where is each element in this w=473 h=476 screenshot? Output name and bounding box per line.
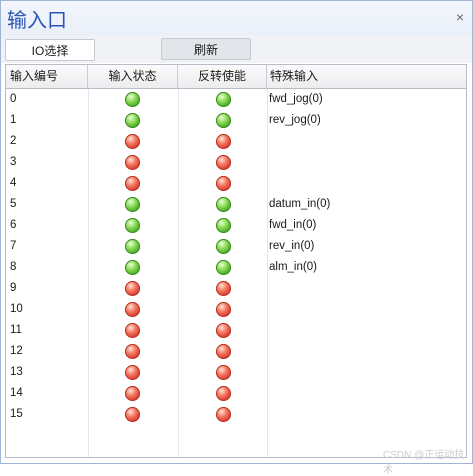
red-led-icon[interactable]: [216, 176, 231, 191]
input-number: 0: [10, 93, 17, 105]
green-led-icon[interactable]: [216, 218, 231, 233]
input-number: 15: [10, 408, 23, 420]
table-row[interactable]: 9: [6, 278, 466, 299]
special-input: rev_in(0): [269, 240, 315, 252]
red-led-icon: [125, 134, 140, 149]
table-row[interactable]: 15: [6, 404, 466, 425]
green-led-icon: [125, 239, 140, 254]
green-led-icon: [125, 92, 140, 107]
input-number: 14: [10, 387, 23, 399]
red-led-icon[interactable]: [216, 281, 231, 296]
close-icon[interactable]: ×: [453, 10, 467, 24]
green-led-icon: [125, 113, 140, 128]
green-led-icon[interactable]: [216, 113, 231, 128]
input-number: 12: [10, 345, 23, 357]
refresh-button[interactable]: 刷新: [161, 38, 251, 60]
toolbar: IO选择 刷新: [1, 35, 472, 63]
red-led-icon[interactable]: [216, 407, 231, 422]
table-row[interactable]: 1 rev_jog(0): [6, 110, 466, 131]
table-row[interactable]: 11: [6, 320, 466, 341]
special-input: alm_in(0): [269, 261, 317, 273]
red-led-icon: [125, 365, 140, 380]
table-row[interactable]: 3: [6, 152, 466, 173]
red-led-icon[interactable]: [216, 323, 231, 338]
green-led-icon: [125, 218, 140, 233]
special-input: rev_jog(0): [269, 114, 321, 126]
table-row[interactable]: 0 fwd_jog(0): [6, 89, 466, 110]
green-led-icon[interactable]: [216, 260, 231, 275]
window-title: 输入口: [7, 8, 67, 32]
input-number: 11: [10, 324, 22, 336]
input-number: 7: [10, 240, 17, 252]
input-number: 1: [10, 114, 17, 126]
special-input: fwd_jog(0): [269, 93, 323, 105]
table-row[interactable]: 12: [6, 341, 466, 362]
input-number: 10: [10, 303, 23, 315]
red-led-icon: [125, 386, 140, 401]
red-led-icon: [125, 407, 140, 422]
green-led-icon[interactable]: [216, 197, 231, 212]
red-led-icon[interactable]: [216, 365, 231, 380]
table-row[interactable]: 7 rev_in(0): [6, 236, 466, 257]
table-row[interactable]: 13: [6, 362, 466, 383]
input-number: 6: [10, 219, 17, 231]
table-header: 输入编号 输入状态 反转使能 特殊输入: [6, 65, 466, 89]
green-led-icon: [125, 260, 140, 275]
green-led-icon: [125, 197, 140, 212]
red-led-icon: [125, 344, 140, 359]
table-row[interactable]: 4: [6, 173, 466, 194]
input-number: 4: [10, 177, 17, 189]
input-number: 9: [10, 282, 17, 294]
input-number: 2: [10, 135, 17, 147]
red-led-icon: [125, 155, 140, 170]
red-led-icon[interactable]: [216, 302, 231, 317]
input-table: 输入编号 输入状态 反转使能 特殊输入 0 fwd_jog(0) 1 rev_jog(…: [5, 64, 467, 458]
green-led-icon[interactable]: [216, 239, 231, 254]
input-number: 3: [10, 156, 17, 168]
title-bar: 输入口 ×: [1, 1, 472, 35]
header-invert-enable[interactable]: 反转使能: [178, 65, 267, 88]
red-led-icon[interactable]: [216, 155, 231, 170]
header-special-input[interactable]: 特殊输入: [267, 65, 466, 88]
header-input-number[interactable]: 输入编号: [6, 65, 88, 88]
table-row[interactable]: 14: [6, 383, 466, 404]
special-input: fwd_in(0): [269, 219, 317, 231]
table-row[interactable]: 2: [6, 131, 466, 152]
red-led-icon: [125, 281, 140, 296]
red-led-icon[interactable]: [216, 134, 231, 149]
io-select-button[interactable]: IO选择: [5, 39, 95, 61]
red-led-icon: [125, 323, 140, 338]
table-row[interactable]: 6 fwd_in(0): [6, 215, 466, 236]
red-led-icon: [125, 176, 140, 191]
table-row[interactable]: 10: [6, 299, 466, 320]
red-led-icon[interactable]: [216, 344, 231, 359]
watermark: CSDN @正运动技术: [383, 450, 465, 476]
table-row[interactable]: 8 alm_in(0): [6, 257, 466, 278]
input-number: 13: [10, 366, 23, 378]
special-input: datum_in(0): [269, 198, 331, 210]
table-row[interactable]: 5 datum_in(0): [6, 194, 466, 215]
input-number: 8: [10, 261, 17, 273]
red-led-icon[interactable]: [216, 386, 231, 401]
green-led-icon[interactable]: [216, 92, 231, 107]
input-number: 5: [10, 198, 17, 210]
header-input-state[interactable]: 输入状态: [88, 65, 178, 88]
input-window: 输入口 × IO选择 刷新 输入编号 输入状态 反转使能 特殊输入 0 fwd_j…: [0, 0, 473, 476]
red-led-icon: [125, 302, 140, 317]
